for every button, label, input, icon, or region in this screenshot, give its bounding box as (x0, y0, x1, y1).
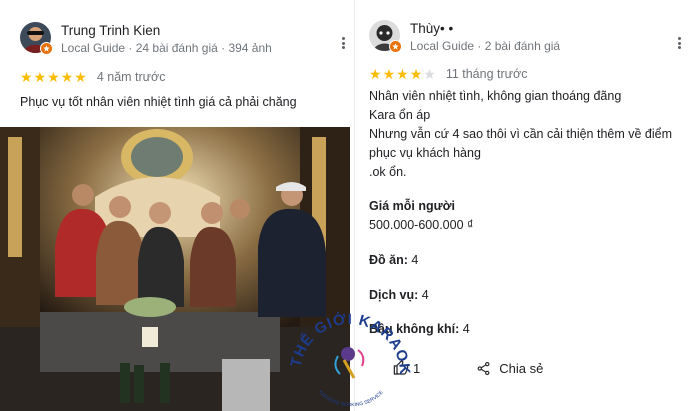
watermark-text: THẾ GIỚI KARAOKE (280, 283, 412, 376)
star-icon: ★ (33, 69, 47, 85)
local-guide-icon (389, 40, 402, 53)
more-vert-icon[interactable] (336, 34, 350, 52)
reviewer-meta: Local Guide · 24 bài đánh giá · 394 ảnh (61, 41, 272, 55)
share-label: Chia sẻ (499, 360, 544, 376)
review-text-line: .ok ổn. (369, 165, 407, 179)
star-icon: ★ (60, 69, 74, 85)
star-icon: ★ (47, 69, 60, 85)
share-icon (477, 361, 490, 375)
watermark-subtext: KARAOKE BOOKING SERVICE (317, 389, 385, 408)
star-icon: ★ (409, 66, 423, 82)
star-rating: ★ ★ ★ ★ ★ (20, 70, 88, 84)
reviewer-name[interactable]: Thùy• • (410, 20, 560, 37)
reviewer-name[interactable]: Trung Trinh Kien (61, 22, 272, 39)
star-icon: ★ (396, 66, 409, 82)
review-text: Phục vụ tốt nhân viên nhiệt tình giá cả … (20, 95, 297, 109)
watermark-logo: THẾ GIỚI KARAOKE KARAOKE BOOKING SERVICE (280, 283, 414, 408)
star-icon: ★ (369, 66, 382, 82)
rating-row: ★ ★ ★ ★ ★ 4 năm trước (20, 70, 165, 84)
microphone-icon (334, 347, 365, 379)
star-icon: ★ (382, 66, 396, 82)
star-icon: ★ (20, 69, 33, 85)
share-button[interactable]: Chia sẻ (476, 361, 543, 376)
reviewer-info: Trung Trinh Kien Local Guide · 24 bài đá… (61, 22, 272, 56)
review-date: 4 năm trước (96, 70, 166, 84)
review-text-line: Kara ổn áp (369, 108, 431, 122)
review-text-line: Nhân viên nhiệt tình, không gian thoáng … (369, 89, 622, 103)
price-value: 500.000-600.000 ₫ (369, 218, 474, 232)
svg-text:THẾ GIỚI KARAOKE: THẾ GIỚI KARAOKE (286, 296, 413, 376)
review-text-line: phục vụ khách hàng (369, 146, 481, 160)
reviewer-meta: Local Guide · 2 bài đánh giá (410, 39, 561, 53)
review-date: 11 tháng trước (445, 67, 528, 81)
more-vert-icon[interactable] (672, 34, 686, 52)
svg-text:KARAOKE BOOKING SERVICE: KARAOKE BOOKING SERVICE (317, 389, 385, 406)
local-guide-icon (40, 42, 53, 55)
star-rating: ★ ★ ★ ★ ★ (369, 67, 437, 81)
review-text: Nhân viên nhiệt tình, không gian thoáng … (369, 87, 689, 182)
star-icon: ★ (74, 69, 87, 85)
like-count: 1 (413, 360, 421, 376)
review-header: Trung Trinh Kien Local Guide · 24 bài đá… (20, 22, 272, 56)
star-icon: ★ (423, 66, 436, 82)
review-text-line: Nhưng vẫn cứ 4 sao thôi vì cần cải thiện… (369, 127, 673, 141)
price-label: Giá mỗi người (369, 199, 455, 213)
rating-row: ★ ★ ★ ★ ★ 11 tháng trước (369, 67, 527, 81)
reviewer-info: Thùy• • Local Guide · 2 bài đánh giá (410, 20, 560, 54)
food-rating: Đồ ăn: 4 (369, 253, 419, 267)
